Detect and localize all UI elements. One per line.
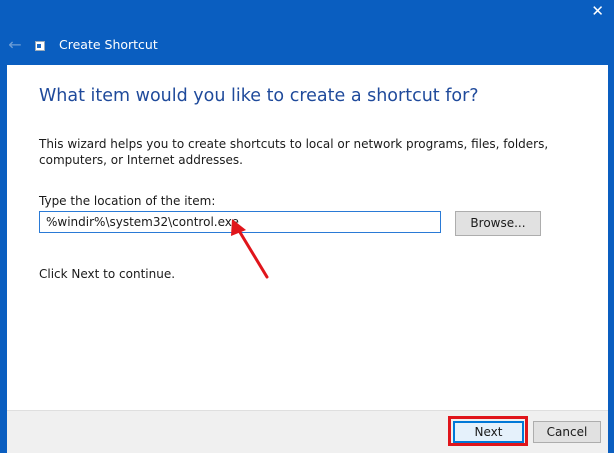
location-input[interactable] bbox=[39, 211, 441, 233]
window-border-right bbox=[608, 0, 614, 453]
shortcut-icon bbox=[35, 41, 45, 51]
location-label: Type the location of the item: bbox=[39, 194, 216, 208]
window-title: Create Shortcut bbox=[59, 37, 158, 52]
window-border-left bbox=[0, 0, 7, 453]
wizard-description: This wizard helps you to create shortcut… bbox=[39, 137, 549, 167]
close-icon[interactable]: ✕ bbox=[591, 4, 604, 19]
window-title-bar bbox=[0, 0, 614, 65]
page-heading: What item would you like to create a sho… bbox=[39, 86, 479, 106]
cancel-button[interactable]: Cancel bbox=[533, 421, 601, 443]
browse-button[interactable]: Browse... bbox=[455, 211, 541, 236]
continue-instruction: Click Next to continue. bbox=[39, 267, 176, 281]
back-arrow-icon[interactable]: ← bbox=[6, 36, 24, 54]
wizard-panel bbox=[7, 65, 608, 410]
next-highlight-box bbox=[448, 416, 528, 446]
